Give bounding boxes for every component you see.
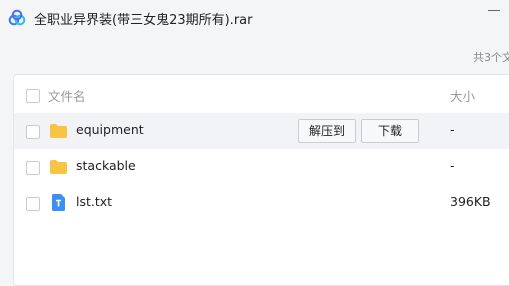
text-file-icon: [52, 194, 65, 211]
folder-icon: [50, 160, 67, 174]
column-header-name: 文件名: [48, 89, 86, 104]
file-size: -: [450, 122, 455, 137]
select-all-checkbox[interactable]: [26, 89, 40, 103]
folder-icon: [50, 124, 67, 138]
file-row-equipment[interactable]: equipment 解压到 下载 -: [14, 113, 509, 149]
row-checkbox[interactable]: [26, 197, 40, 211]
download-button[interactable]: 下载: [361, 119, 419, 143]
extract-to-button[interactable]: 解压到: [298, 119, 356, 143]
file-list-panel: 文件名 大小 equipment 解压到 下载 - stackable - ls…: [13, 74, 509, 286]
file-row-lst-txt[interactable]: lst.txt 396KB: [14, 185, 509, 221]
baidu-netdisk-logo-icon: [8, 9, 26, 26]
row-checkbox[interactable]: [26, 161, 40, 175]
window-title: 全职业异界装(带三女鬼23期所有).rar: [34, 13, 253, 28]
file-size: 396KB: [450, 194, 491, 209]
window-titlebar: 全职业异界装(带三女鬼23期所有).rar: [0, 0, 509, 36]
file-name: stackable: [76, 158, 136, 173]
file-name: lst.txt: [76, 194, 113, 209]
file-size: -: [450, 158, 455, 173]
row-checkbox[interactable]: [26, 125, 40, 139]
file-name: equipment: [76, 122, 144, 137]
file-count-summary: 共3个文: [473, 51, 509, 64]
file-list-header: 文件名 大小: [14, 77, 509, 113]
file-row-stackable[interactable]: stackable -: [14, 149, 509, 185]
column-header-size: 大小: [450, 89, 476, 104]
minimize-icon[interactable]: [488, 10, 500, 23]
